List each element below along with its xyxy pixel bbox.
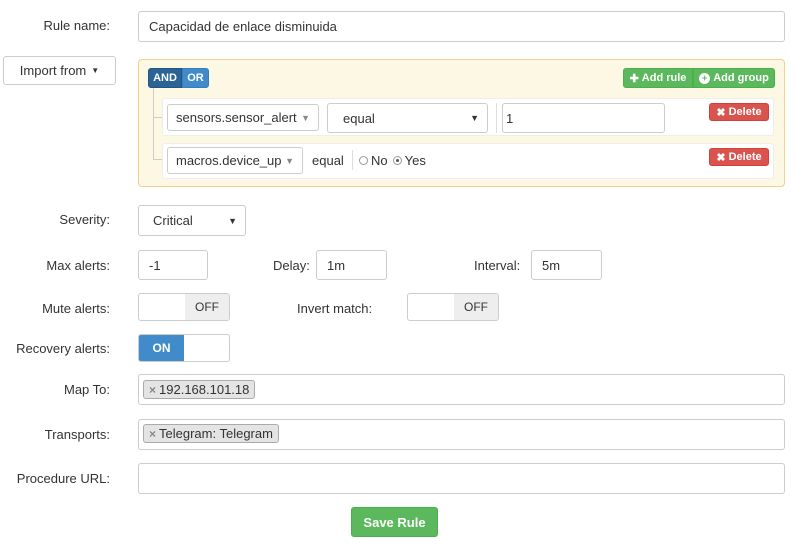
remove-tag-icon[interactable]: × — [149, 383, 156, 397]
map-to-tag[interactable]: × 192.168.101.18 — [143, 380, 256, 399]
rule-operator-select[interactable]: equal ▼ — [327, 103, 488, 133]
close-icon: ✖ — [716, 106, 726, 119]
delete-label: Delete — [728, 106, 762, 118]
delay-label: Delay: — [273, 258, 310, 273]
caret-down-icon: ▼ — [301, 112, 310, 123]
plus-circle-icon: + — [699, 72, 711, 84]
delete-rule-button[interactable]: ✖ Delete — [709, 103, 769, 121]
divider — [352, 150, 353, 170]
rule-name-label: Rule name: — [43, 18, 110, 33]
transport-tag-label: Telegram: Telegram — [159, 426, 273, 441]
rule-field-value: sensors.sensor_alert — [176, 110, 297, 125]
caret-down-icon: ▼ — [228, 215, 237, 226]
severity-label: Severity: — [59, 212, 110, 227]
caret-down-icon: ▼ — [285, 155, 294, 166]
tree-connector-line — [153, 88, 154, 160]
radio-yes-label: Yes — [404, 153, 426, 168]
interval-label: Interval: — [474, 258, 521, 273]
radio-group: No Yes — [354, 153, 426, 168]
plus-icon: ✚ — [629, 72, 639, 85]
caret-down-icon: ▼ — [470, 113, 479, 123]
delete-rule-button[interactable]: ✖ Delete — [709, 148, 769, 166]
procedure-url-label: Procedure URL: — [16, 471, 110, 486]
toggle-off-label: OFF — [454, 294, 498, 320]
and-button[interactable]: AND — [148, 68, 182, 88]
toggle-off-label: OFF — [185, 294, 229, 320]
rule-field-select[interactable]: macros.device_up ▼ — [167, 147, 303, 174]
delete-label: Delete — [728, 151, 762, 163]
close-icon: ✖ — [716, 151, 726, 164]
remove-tag-icon[interactable]: × — [149, 427, 156, 441]
transports-label: Transports: — [44, 427, 110, 442]
rule-operator-text: equal — [312, 153, 344, 168]
recovery-alerts-toggle[interactable]: ON — [138, 334, 230, 362]
add-rule-button[interactable]: ✚ Add rule — [623, 68, 693, 88]
rule-field-value: macros.device_up — [176, 153, 282, 168]
rule-operator-value: equal — [343, 110, 375, 126]
map-to-label: Map To: — [63, 382, 110, 397]
mute-alerts-label: Mute alerts: — [42, 301, 110, 316]
max-alerts-label: Max alerts: — [46, 258, 110, 273]
rule-field-select[interactable]: sensors.sensor_alert ▼ — [167, 104, 319, 131]
radio-no[interactable] — [359, 156, 368, 165]
mute-alerts-toggle[interactable]: OFF — [138, 293, 230, 321]
recovery-alerts-label: Recovery alerts: — [16, 341, 110, 356]
radio-yes[interactable] — [392, 156, 402, 165]
import-from-button[interactable]: Import from ▼ — [3, 56, 116, 85]
procedure-url-input[interactable] — [138, 463, 785, 494]
or-button[interactable]: OR — [182, 68, 209, 88]
save-rule-button[interactable]: Save Rule — [351, 507, 438, 537]
severity-value: Critical — [153, 213, 193, 228]
rule-name-input[interactable]: Capacidad de enlace disminuida — [138, 11, 785, 42]
caret-down-icon: ▼ — [91, 66, 100, 75]
map-to-tag-label: 192.168.101.18 — [159, 382, 250, 397]
interval-input[interactable]: 5m — [531, 250, 602, 280]
divider — [496, 103, 497, 133]
import-from-label: Import from — [19, 63, 87, 78]
toggle-on-label: ON — [139, 335, 184, 361]
max-alerts-input[interactable]: -1 — [138, 250, 208, 280]
add-rule-label: Add rule — [641, 72, 687, 84]
add-group-label: Add group — [713, 72, 769, 84]
invert-match-toggle[interactable]: OFF — [407, 293, 499, 321]
radio-no-label: No — [371, 153, 388, 168]
transport-tag[interactable]: × Telegram: Telegram — [143, 424, 279, 443]
delay-input[interactable]: 1m — [316, 250, 387, 280]
add-group-button[interactable]: + Add group — [693, 68, 775, 88]
rule-value-input[interactable]: 1 — [502, 103, 665, 133]
invert-match-label: Invert match: — [297, 301, 373, 316]
severity-select[interactable]: Critical ▼ — [138, 205, 246, 236]
